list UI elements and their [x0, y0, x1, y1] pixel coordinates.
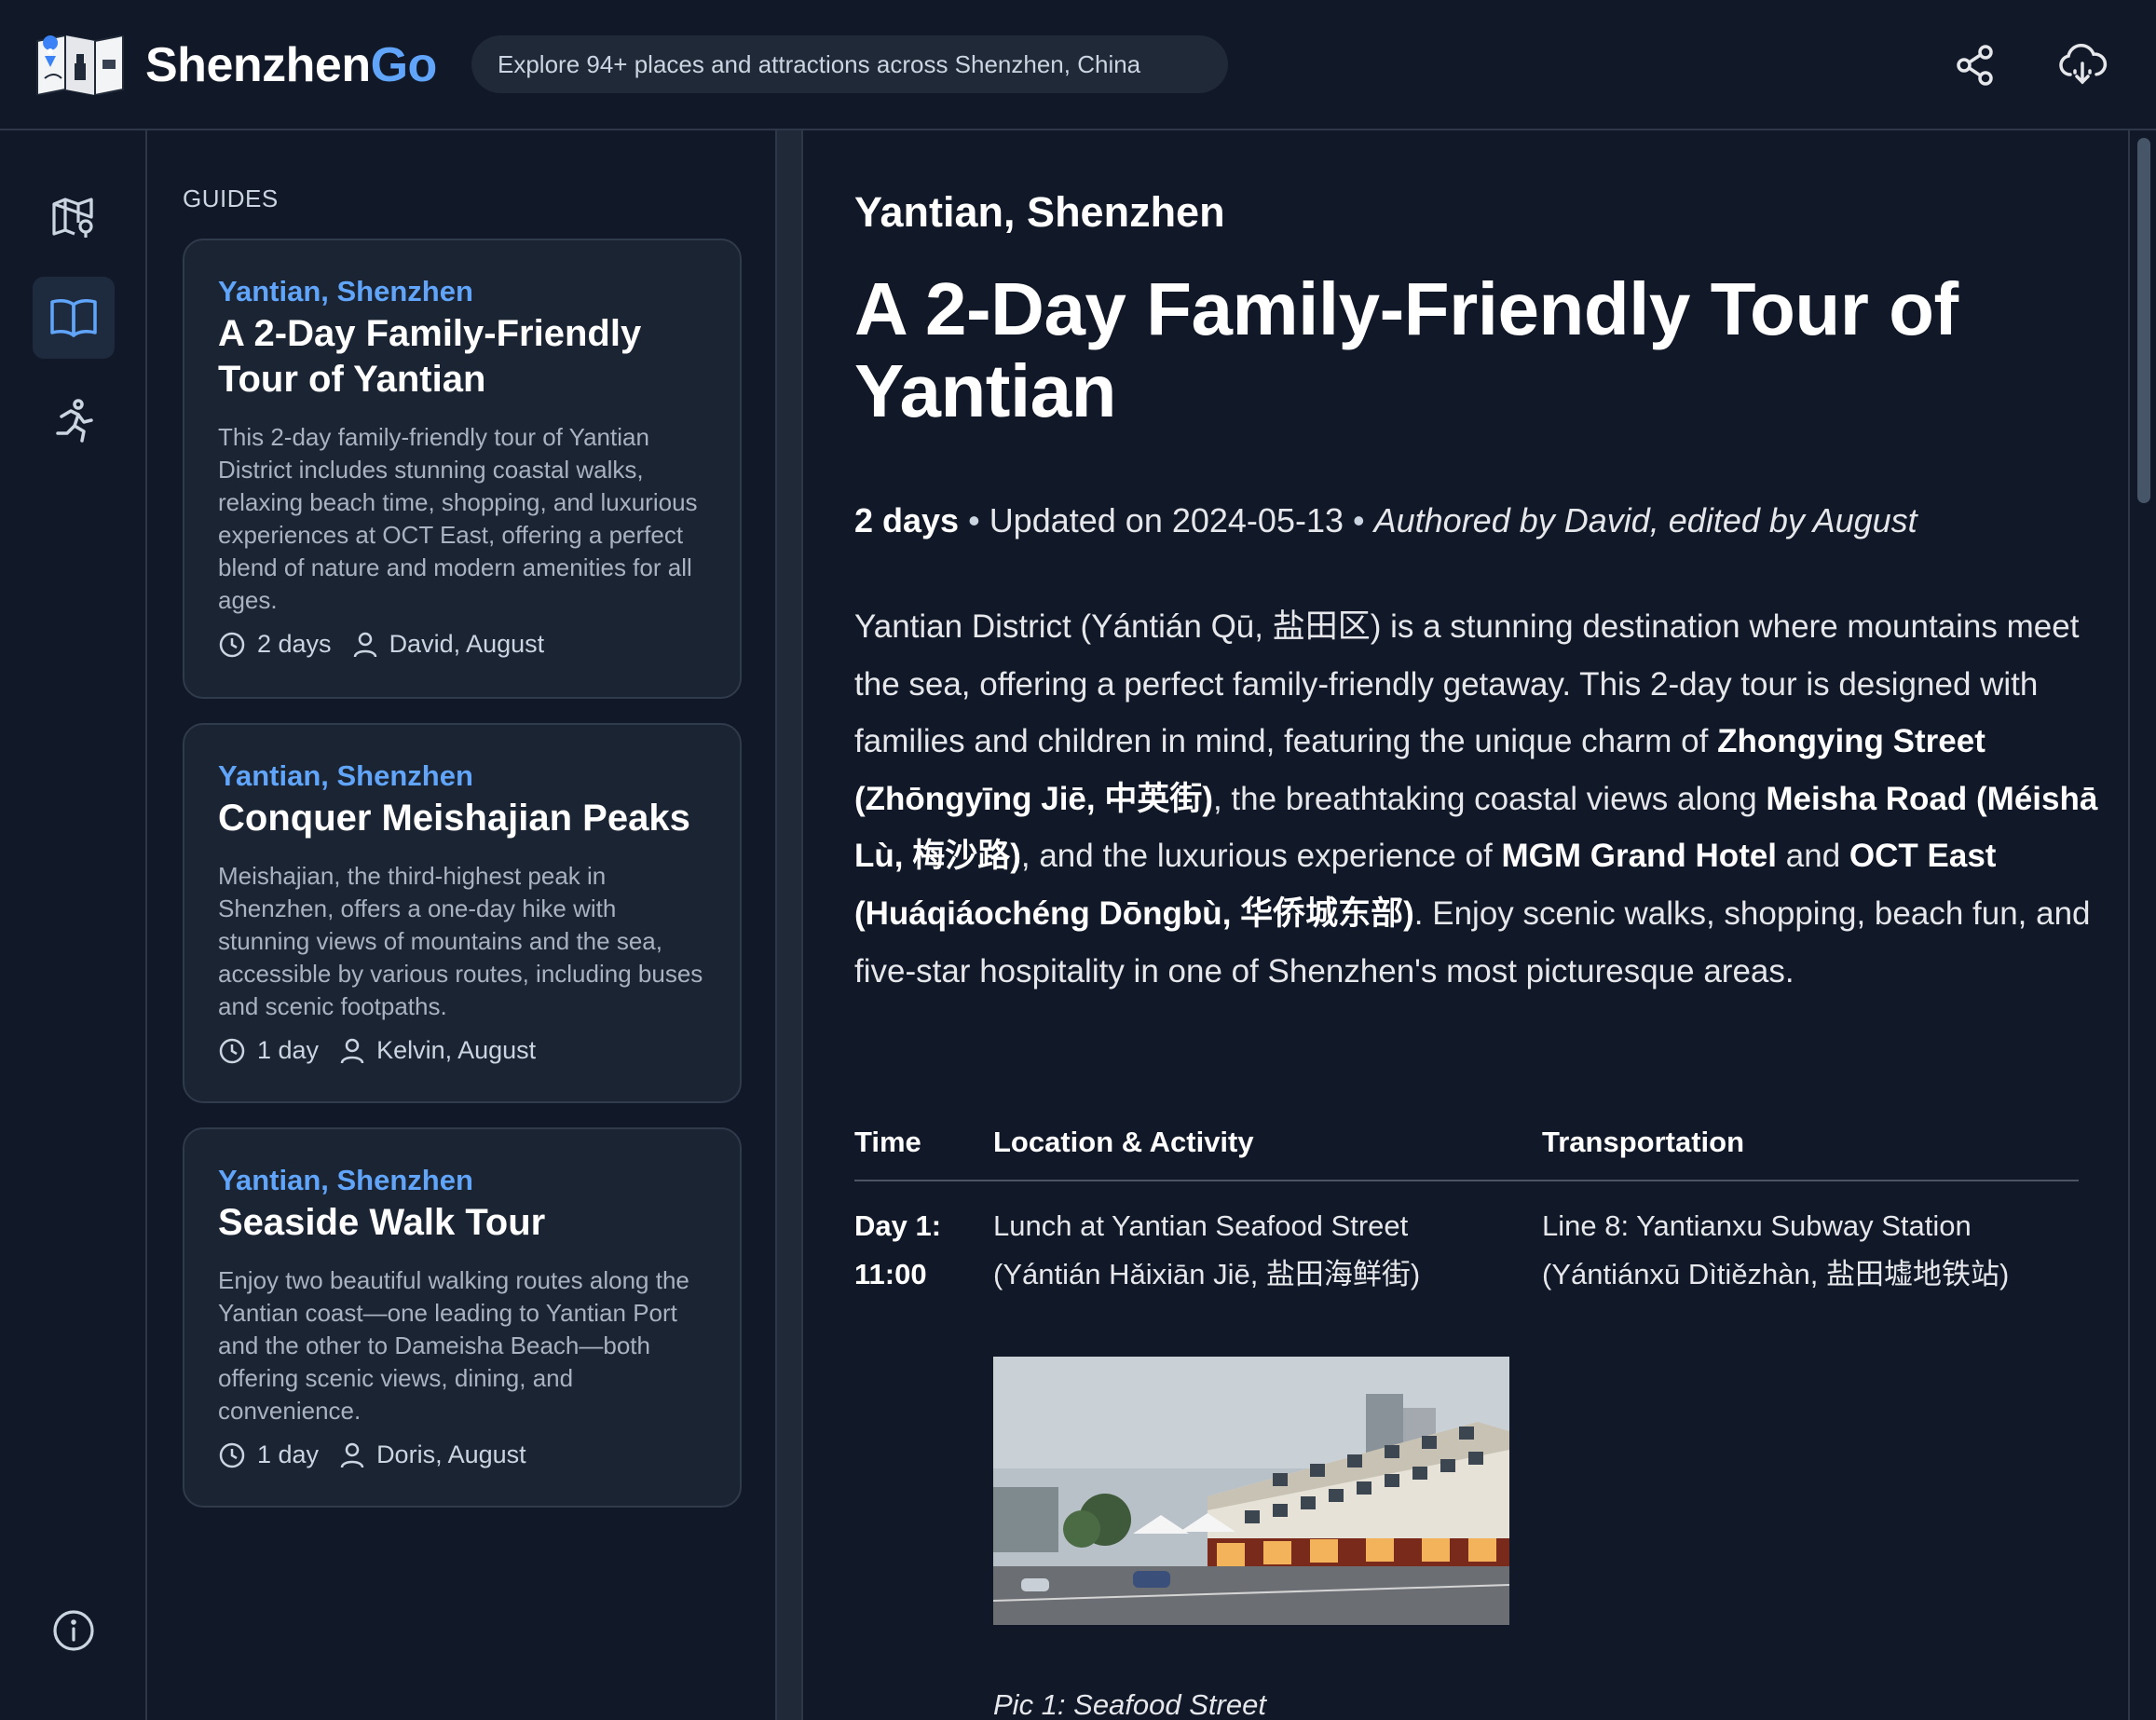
guide-card-authors: Doris, August: [376, 1440, 526, 1468]
guide-card-authors: Kelvin, August: [376, 1036, 537, 1064]
guide-card-meta: 2 days David, August: [218, 630, 708, 659]
app-brand[interactable]: ShenzhenGo: [145, 34, 437, 97]
article-authors: Authored by David, edited by August: [1373, 501, 1917, 539]
brand-accent-text: Go: [370, 38, 438, 92]
map-pin-icon: [52, 198, 93, 238]
rail-activities-button[interactable]: [33, 380, 115, 462]
info-icon: [53, 1610, 94, 1651]
article-intro: Yantian District (Yántián Qū, 盐田区) is a …: [854, 598, 2108, 1000]
guide-card[interactable]: Yantian, Shenzhen A 2-Day Family-Friendl…: [183, 239, 742, 699]
guide-card-meta: 1 day Doris, August: [218, 1440, 708, 1469]
guide-card-region: Yantian, Shenzhen: [218, 1164, 473, 1196]
seafood-street-photo[interactable]: [993, 1357, 1509, 1625]
clock-icon: [218, 1037, 246, 1065]
clock-icon: [218, 631, 246, 659]
guide-article: Yantian, Shenzhen A 2-Day Family-Friendl…: [803, 130, 2128, 1720]
folded-map-logo-icon: [36, 35, 124, 95]
rail-info-button[interactable]: [33, 1590, 115, 1672]
share-button[interactable]: [1947, 37, 2003, 93]
guide-card[interactable]: Yantian, Shenzhen Seaside Walk Tour Enjo…: [183, 1127, 742, 1508]
row-time: Day 1: 11:00: [854, 1209, 942, 1290]
guide-card-region: Yantian, Shenzhen: [218, 759, 473, 792]
guide-card-authors: David, August: [389, 630, 545, 658]
rail-guides-button[interactable]: [33, 277, 115, 359]
guide-card-duration: 2 days: [257, 630, 332, 658]
user-icon: [352, 631, 378, 659]
guide-card-meta: 1 day Kelvin, August: [218, 1036, 708, 1065]
content-scrollbar[interactable]: [2128, 130, 2156, 1720]
user-icon: [339, 1441, 365, 1469]
panel-resize-handle[interactable]: [775, 130, 803, 1720]
intro-text: and: [1777, 838, 1849, 875]
guides-panel: GUIDES Yantian, Shenzhen A 2-Day Family-…: [149, 130, 775, 1720]
street-photo-image: [993, 1357, 1509, 1625]
rail-map-button[interactable]: [33, 177, 115, 259]
guide-card-title: Seaside Walk Tour: [218, 1202, 546, 1243]
article-title: A 2-Day Family-Friendly Tour of Yantian: [854, 267, 1958, 432]
guide-card-title: A 2-Day Family-Friendly Tour of Yantian: [218, 313, 642, 400]
article-duration: 2 days: [854, 501, 960, 539]
guide-card-duration: 1 day: [257, 1036, 320, 1064]
guide-card[interactable]: Yantian, Shenzhen Conquer Meishajian Pea…: [183, 723, 742, 1103]
book-open-icon: [50, 299, 97, 337]
user-icon: [339, 1037, 365, 1065]
cloud-download-icon: [2059, 44, 2108, 85]
table-header-location: Location & Activity: [993, 1126, 1254, 1158]
scrollbar-thumb[interactable]: [2137, 138, 2150, 503]
app-header: ShenzhenGo Explore 94+ places and attrac…: [0, 0, 2156, 130]
article-meta: 2 days • Updated on 2024-05-13 • Authored by…: [854, 501, 1917, 539]
table-header-transport: Transportation: [1542, 1126, 1745, 1158]
guides-heading: GUIDES: [183, 184, 279, 212]
guide-card-title: Conquer Meishajian Peaks: [218, 798, 690, 839]
article-updated: Updated on 2024-05-13: [989, 501, 1344, 539]
intro-text: , and the luxurious experience of: [1020, 838, 1502, 875]
intro-highlight: MGM Grand Hotel: [1501, 838, 1778, 875]
row-transport: Line 8: Yantianxu Subway Station (Yántiá…: [1542, 1209, 2010, 1290]
running-person-icon: [56, 399, 93, 443]
intro-text: , the breathtaking coastal views along: [1212, 780, 1767, 817]
side-rail: [0, 130, 147, 1720]
guide-card-description: Meishajian, the third-highest peak in Sh…: [218, 862, 703, 1020]
clock-icon: [218, 1441, 246, 1469]
photo-caption: Pic 1: Seafood Street: [993, 1688, 1266, 1720]
row-location: Lunch at Yantian Seafood Street (Yántián…: [993, 1209, 1421, 1290]
guide-card-region: Yantian, Shenzhen: [218, 275, 473, 307]
table-header-time: Time: [854, 1126, 921, 1158]
article-region: Yantian, Shenzhen: [854, 188, 1225, 236]
guide-card-duration: 1 day: [257, 1440, 320, 1468]
itinerary-table-header: Time Location & Activity Transportation: [854, 1111, 2079, 1181]
share-icon: [1957, 45, 1993, 86]
guide-card-description: This 2-day family-friendly tour of Yanti…: [218, 423, 698, 614]
guide-card-description: Enjoy two beautiful walking routes along…: [218, 1266, 689, 1425]
offline-download-button[interactable]: [2054, 37, 2110, 93]
search-tagline-pill[interactable]: Explore 94+ places and attractions acros…: [471, 35, 1228, 93]
brand-main-text: Shenzhen: [145, 38, 371, 92]
